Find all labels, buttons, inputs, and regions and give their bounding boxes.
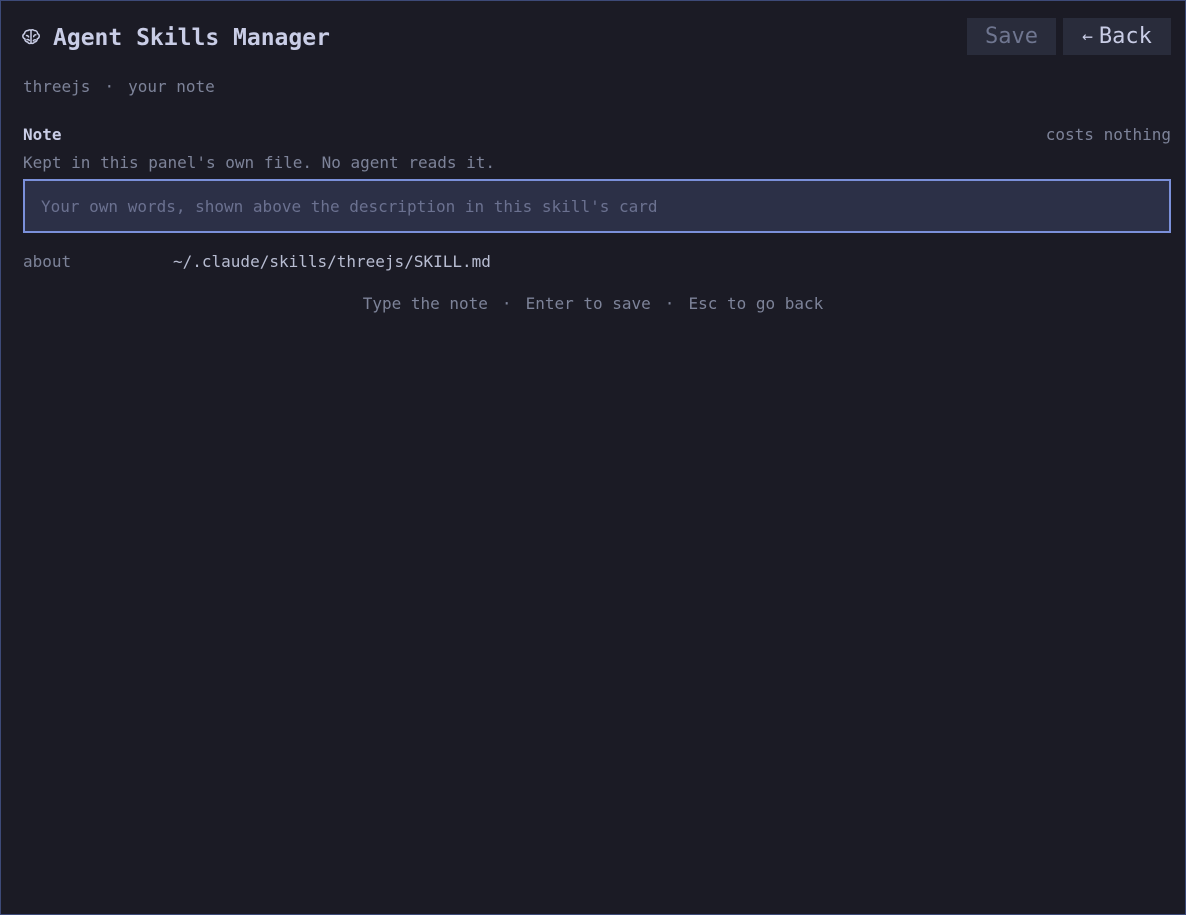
breadcrumb: threejs · your note [23, 77, 215, 96]
save-button[interactable]: Save [967, 18, 1056, 55]
arrow-left-icon: ← [1082, 26, 1093, 47]
skill-file-path: ~/.claude/skills/threejs/SKILL.md [173, 252, 491, 271]
note-input[interactable] [23, 179, 1171, 233]
note-label: Note [23, 125, 62, 144]
breadcrumb-skill: threejs [23, 77, 91, 96]
breadcrumb-page: your note [128, 77, 215, 96]
hint-separator: · [664, 294, 675, 313]
save-button-label: Save [985, 24, 1038, 49]
breadcrumb-separator: · [104, 77, 115, 96]
brain-icon [22, 28, 42, 46]
hint-esc: Esc to go back [688, 294, 824, 313]
note-hint: Kept in this panel's own file. No agent … [23, 153, 496, 172]
app-frame [0, 0, 1186, 915]
hint-type: Type the note [362, 294, 488, 313]
about-label: about [23, 252, 72, 271]
back-button[interactable]: ← Back [1063, 18, 1171, 55]
header: Agent Skills Manager Save ← Back [22, 18, 1171, 56]
hint-enter: Enter to save [525, 294, 651, 313]
note-cost: costs nothing [1045, 125, 1171, 144]
hint-separator: · [501, 294, 512, 313]
keyboard-hints: Type the note · Enter to save · Esc to go ba… [0, 294, 1186, 313]
back-button-label: Back [1098, 24, 1152, 49]
app-title: Agent Skills Manager [53, 25, 330, 51]
